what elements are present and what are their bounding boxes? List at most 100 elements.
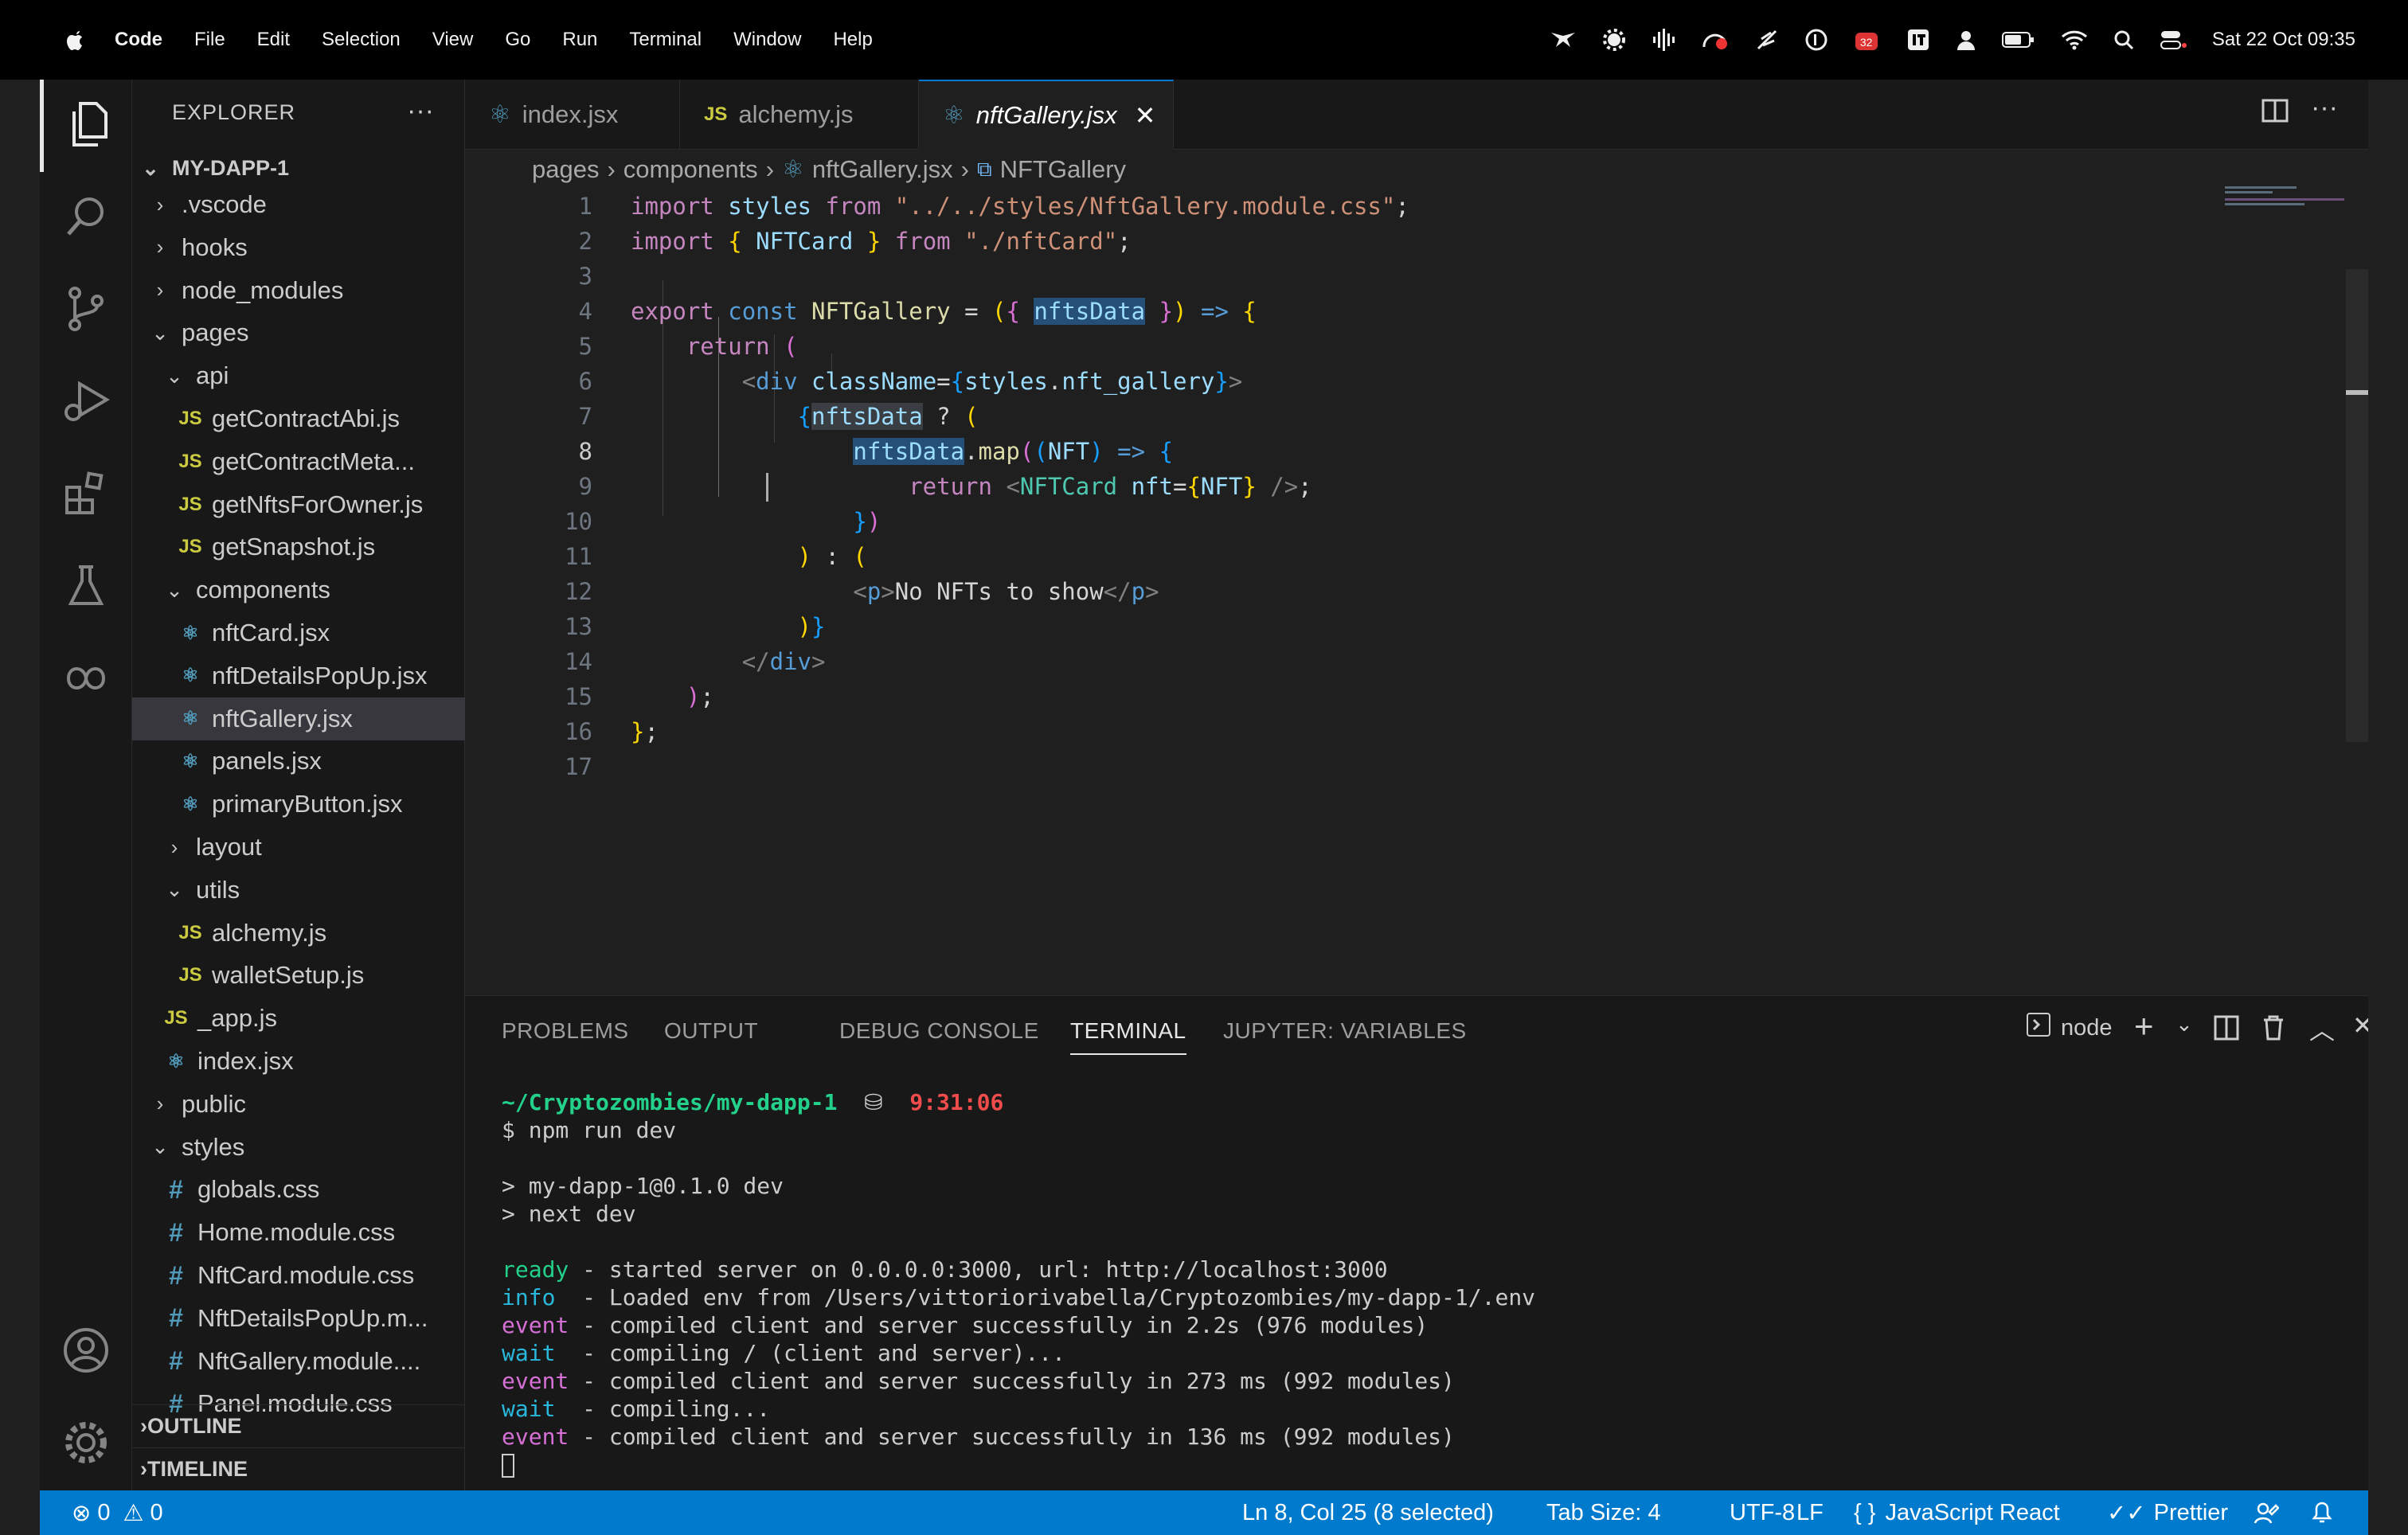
feedback-icon[interactable] [2254,1490,2279,1535]
tree-item[interactable]: ⌄ styles [132,1126,465,1169]
app-menu-code[interactable]: Code [115,29,162,51]
cursor-position[interactable]: Ln 8, Col 25 (8 selected) [1242,1490,1494,1535]
tree-item[interactable]: # NftCard.module.css [132,1254,465,1297]
menu-edit[interactable]: Edit [257,29,290,51]
user-icon[interactable] [1956,29,1976,50]
chevron-down-icon[interactable]: ⌄ [2175,1012,2193,1037]
extensions-activity[interactable] [40,449,132,541]
split-terminal-icon[interactable] [2214,1015,2239,1045]
tree-item[interactable]: ⚛ nftGallery.jsx [132,697,465,740]
source-control-activity[interactable] [40,264,132,357]
tree-item[interactable]: ⚛ primaryButton.jsx [132,783,465,826]
maximize-panel-icon[interactable]: ︿ [2309,1010,2335,1047]
menu-selection[interactable]: Selection [322,29,401,51]
tree-item[interactable]: JS getContractMeta... [132,440,465,483]
prettier-status[interactable]: ✓✓ Prettier [2107,1490,2228,1535]
code-editor[interactable]: 1 2 3 4 5 6 7 8 9 10 11 12 13 14 15 16 17 import styles … [465,186,2368,995]
language-mode[interactable]: { } JavaScript React [1854,1490,2060,1535]
run-debug-activity[interactable] [40,357,132,449]
apple-icon[interactable] [64,28,88,52]
tree-item[interactable]: › layout [132,826,465,869]
timeline-section[interactable]: › TIMELINE [132,1447,465,1490]
tree-item[interactable]: # globals.css [132,1168,465,1211]
menu-file[interactable]: File [194,29,225,51]
tree-item[interactable]: ⌄ pages [132,311,465,354]
breadcrumb-components[interactable]: components [624,155,758,184]
manage-activity[interactable] [40,1398,132,1490]
tree-item[interactable]: JS walletSetup.js [132,954,465,997]
end-of-line[interactable]: LF [1796,1490,1824,1535]
audio-waveform-icon[interactable] [1652,29,1675,51]
accounts-activity[interactable] [40,1306,132,1398]
tab-terminal[interactable]: TERMINAL [1070,1018,1186,1055]
menu-window[interactable]: Window [733,29,801,51]
terminal-selector[interactable]: node [2026,1012,2113,1044]
search-activity[interactable] [40,172,132,264]
tree-item[interactable]: JS getContractAbi.js [132,397,465,440]
tree-item[interactable]: # NftDetailsPopUp.m... [132,1297,465,1340]
outline-section[interactable]: › OUTLINE [132,1404,465,1447]
tree-item[interactable]: ⚛ nftDetailsPopUp.jsx [132,654,465,697]
tree-item[interactable]: JS getNftsForOwner.js [132,483,465,526]
tree-item[interactable]: › hooks [132,226,465,269]
tree-item[interactable]: ⚛ panels.jsx [132,740,465,783]
editor-more-icon[interactable]: ··· [2311,92,2338,123]
tree-item[interactable]: › public [132,1083,465,1126]
tree-item[interactable]: › node_modules [132,269,465,312]
problems-status[interactable]: ⊗ 0 ⚠ 0 [72,1490,163,1535]
gear-status-icon[interactable] [1602,28,1626,52]
control-center-icon[interactable] [2160,29,2187,50]
battery-icon[interactable] [2001,30,2035,49]
tree-item[interactable]: ⌄ components [132,568,465,611]
notification-app-icon[interactable]: 32 [1854,28,1881,52]
tab-output[interactable]: OUTPUT [664,1018,758,1044]
tree-item[interactable]: ⌄ api [132,354,465,397]
remote-activity[interactable] [40,634,132,726]
tree-item[interactable]: JS _app.js [132,997,465,1040]
clock[interactable]: Sat 22 Oct 09:35 [2212,29,2355,51]
tree-item[interactable]: # Home.module.css [132,1211,465,1254]
tree-item[interactable]: ⚛ index.jsx [132,1040,465,1083]
breadcrumb-symbol[interactable]: NFTGallery [1000,155,1126,184]
more-actions-icon[interactable]: ··· [407,96,434,127]
tab-index-jsx[interactable]: ⚛ index.jsx [465,80,680,150]
explorer-activity[interactable] [40,80,132,172]
tab-size[interactable]: Tab Size: 4 [1546,1490,1660,1535]
feather-icon[interactable] [1755,28,1779,52]
terminal-output[interactable]: ~/Cryptozombies/my-dapp-1 ⛁ 9:31:06 $ np… [502,1088,1535,1478]
editor-scrollbar[interactable] [2346,269,2368,742]
menu-go[interactable]: Go [505,29,530,51]
menu-help[interactable]: Help [833,29,872,51]
tab-nftgallery-jsx[interactable]: ⚛ nftGallery.jsx ✕ [919,80,1174,150]
spotlight-search-icon[interactable] [2113,29,2134,50]
minimap[interactable] [2225,182,2344,213]
tree-item[interactable]: ⚛ nftCard.jsx [132,611,465,654]
close-panel-icon[interactable]: ✕ [2352,1010,2368,1041]
bird-icon[interactable] [1550,29,1577,50]
screen-record-icon[interactable] [1701,28,1730,52]
wifi-icon[interactable] [2061,29,2088,50]
tab-problems[interactable]: PROBLEMS [502,1018,629,1044]
tab-alchemy-js[interactable]: JS alchemy.js [680,80,919,150]
tree-item[interactable]: ⌄ utils [132,869,465,912]
breadcrumb-pages[interactable]: pages [532,155,599,184]
tree-item[interactable]: › .vscode [132,183,465,226]
tab-debug-console[interactable]: DEBUG CONSOLE [839,1018,1039,1044]
close-icon[interactable]: ✕ [1135,100,1156,131]
tree-item[interactable]: JS alchemy.js [132,912,465,955]
tree-item[interactable]: # NftGallery.module.... [132,1340,465,1383]
menu-run[interactable]: Run [562,29,597,51]
bell-icon[interactable] [2311,1490,2333,1535]
encoding[interactable]: UTF-8 [1730,1490,1795,1535]
new-terminal-icon[interactable]: + [2134,1007,2154,1045]
breadcrumb-file[interactable]: nftGallery.jsx [812,155,953,184]
split-editor-icon[interactable] [2261,97,2289,128]
it-app-icon[interactable] [1906,28,1930,52]
trash-icon[interactable] [2261,1015,2285,1045]
tab-jupyter-variables[interactable]: JUPYTER: VARIABLES [1223,1018,1467,1044]
testing-activity[interactable] [40,541,132,634]
tree-item[interactable]: JS getSnapshot.js [132,525,465,568]
menu-terminal[interactable]: Terminal [629,29,702,51]
circle-p-icon[interactable] [1804,28,1828,52]
menu-view[interactable]: View [432,29,474,51]
